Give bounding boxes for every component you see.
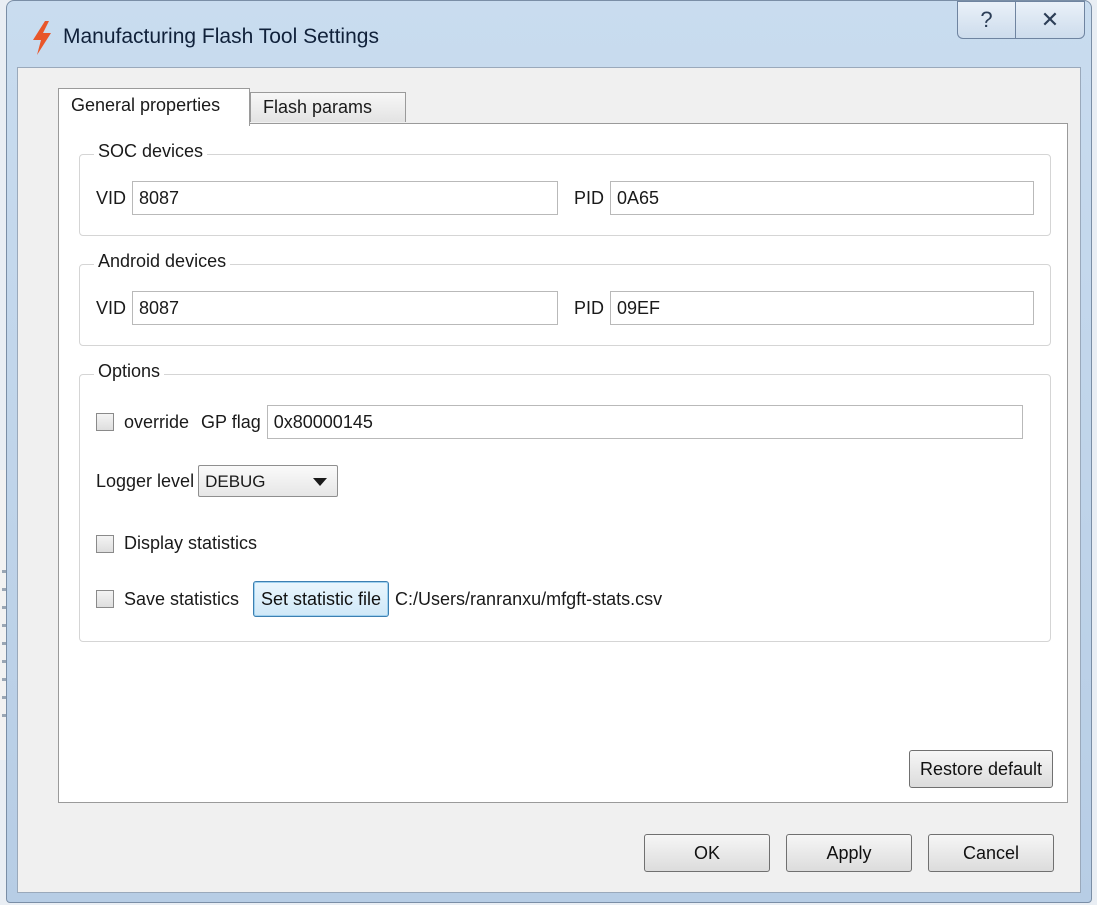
question-mark-icon: ?: [980, 7, 993, 32]
android-devices-group: Android devices VID 8087 PID 09EF: [79, 251, 1051, 346]
lightning-bolt-icon: [33, 21, 51, 55]
title-bar[interactable]: Manufacturing Flash Tool Settings ? ✕: [7, 1, 1091, 75]
android-pid-label: PID: [574, 297, 605, 318]
display-statistics-label: Display statistics: [124, 533, 258, 553]
gp-flag-label: GP flag: [201, 411, 261, 432]
save-statistics-checkbox[interactable]: [96, 590, 114, 608]
settings-dialog: Manufacturing Flash Tool Settings ? ✕ Ge…: [6, 0, 1092, 903]
logger-level-label: Logger level: [96, 470, 195, 491]
general-properties-panel: SOC devices VID 8087 PID 0A65 Android de…: [58, 123, 1068, 803]
ok-button[interactable]: OK: [644, 834, 770, 872]
soc-vid-label: VID: [96, 187, 127, 208]
display-stats-row: Display statistics: [96, 533, 263, 554]
tab-flash-params[interactable]: Flash params: [250, 92, 406, 122]
statistic-file-path: C:/Users/ranranxu/mfgft-stats.csv: [395, 588, 663, 609]
android-pid-input[interactable]: 09EF: [610, 291, 1035, 325]
override-label: override: [124, 411, 190, 432]
soc-pid-input[interactable]: 0A65: [610, 181, 1035, 215]
soc-vid-row: VID 8087 PID 0A65: [96, 181, 1035, 215]
save-statistics-label: Save statistics: [124, 588, 240, 609]
tab-general-properties[interactable]: General properties: [58, 88, 250, 126]
override-row: override GP flag 0x80000145: [96, 405, 1023, 439]
soc-pid-label: PID: [574, 187, 605, 208]
soc-devices-title: SOC devices: [94, 141, 208, 162]
logger-level-value: DEBUG: [205, 472, 266, 491]
android-devices-title: Android devices: [94, 251, 231, 272]
dialog-client-area: General properties Flash params SOC devi…: [17, 67, 1081, 893]
dropdown-arrow-icon: [313, 478, 328, 486]
close-button[interactable]: ✕: [1015, 1, 1085, 39]
logger-row: Logger level DEBUG: [96, 465, 339, 497]
help-button[interactable]: ?: [957, 1, 1015, 39]
save-stats-row: Save statistics Set statistic file C:/Us…: [96, 581, 668, 617]
apply-button[interactable]: Apply: [786, 834, 912, 872]
soc-devices-group: SOC devices VID 8087 PID 0A65: [79, 141, 1051, 236]
options-title: Options: [94, 361, 165, 382]
window-title: Manufacturing Flash Tool Settings: [63, 25, 379, 48]
gp-flag-input[interactable]: 0x80000145: [266, 405, 1023, 439]
override-checkbox[interactable]: [96, 413, 114, 431]
options-group: Options override GP flag 0x80000145 Logg…: [79, 361, 1051, 642]
cancel-button[interactable]: Cancel: [928, 834, 1054, 872]
set-statistic-file-button[interactable]: Set statistic file: [253, 581, 390, 617]
android-vid-row: VID 8087 PID 09EF: [96, 291, 1035, 325]
logger-level-select[interactable]: DEBUG: [198, 465, 339, 497]
display-statistics-checkbox[interactable]: [96, 534, 114, 553]
restore-default-button[interactable]: Restore default: [909, 750, 1053, 788]
android-vid-input[interactable]: 8087: [132, 291, 559, 325]
soc-vid-input[interactable]: 8087: [132, 181, 559, 215]
android-vid-label: VID: [96, 297, 127, 318]
close-icon: ✕: [1040, 7, 1060, 32]
